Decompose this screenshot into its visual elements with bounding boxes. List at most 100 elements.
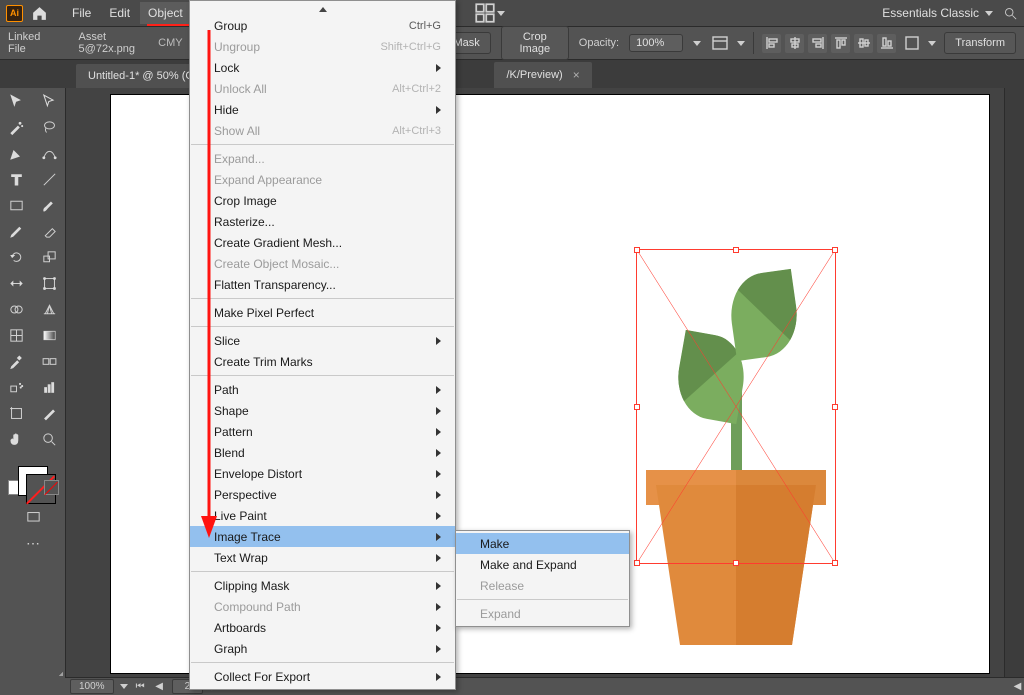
menu-item-make-pixel-perfect[interactable]: Make Pixel Perfect <box>190 302 455 323</box>
handle-br[interactable] <box>832 560 838 566</box>
asset-name-label[interactable]: Asset 5@72x.png <box>79 31 149 55</box>
slice-tool[interactable] <box>33 400 66 426</box>
search-icon[interactable] <box>1003 6 1018 21</box>
menu-item-image-trace[interactable]: Image Trace <box>190 526 455 547</box>
align-right-button[interactable] <box>808 34 827 53</box>
menu-item-flatten-transparency-[interactable]: Flatten Transparency... <box>190 274 455 295</box>
handle-tm[interactable] <box>733 247 739 253</box>
align-left-button[interactable] <box>762 34 781 53</box>
menu-item-perspective[interactable]: Perspective <box>190 484 455 505</box>
align-to-icon[interactable] <box>904 35 920 51</box>
menu-item-pattern[interactable]: Pattern <box>190 421 455 442</box>
type-tool[interactable] <box>0 166 33 192</box>
first-artboard-button[interactable]: ⏮ <box>134 681 147 692</box>
submenu-arrow-icon <box>436 428 441 436</box>
menu-item-text-wrap[interactable]: Text Wrap <box>190 547 455 568</box>
symbol-sprayer-tool[interactable] <box>0 374 33 400</box>
align-top-button[interactable] <box>831 34 850 53</box>
zoom-caret-icon[interactable] <box>120 684 128 689</box>
curvature-tool[interactable] <box>33 140 66 166</box>
align-to-caret-icon[interactable] <box>928 41 936 46</box>
hscroll-left-button[interactable]: ◀ <box>1011 681 1024 692</box>
menu-item-graph[interactable]: Graph <box>190 638 455 659</box>
submenu-item-make-and-expand[interactable]: Make and Expand <box>456 554 629 575</box>
menu-item-label: Pattern <box>214 425 253 439</box>
handle-mr[interactable] <box>832 404 838 410</box>
submenu-arrow-icon <box>436 645 441 653</box>
menu-item-envelope-distort[interactable]: Envelope Distort <box>190 463 455 484</box>
menu-item-create-gradient-mesh-[interactable]: Create Gradient Mesh... <box>190 232 455 253</box>
handle-bl[interactable] <box>634 560 640 566</box>
mesh-tool[interactable] <box>0 322 33 348</box>
menu-item-crop-image[interactable]: Crop Image <box>190 190 455 211</box>
document-tab-tail[interactable]: /K/Preview) × <box>494 62 591 88</box>
shape-builder-tool[interactable] <box>0 296 33 322</box>
width-tool[interactable] <box>0 270 33 296</box>
rotate-tool[interactable] <box>0 244 33 270</box>
pen-tool[interactable] <box>0 140 33 166</box>
blend-tool[interactable] <box>33 348 66 374</box>
handle-ml[interactable] <box>634 404 640 410</box>
menu-item-group[interactable]: GroupCtrl+G <box>190 15 455 36</box>
arrange-dropdown-caret-icon[interactable] <box>497 11 505 16</box>
presets-icon[interactable] <box>711 34 729 52</box>
menu-file[interactable]: File <box>64 2 99 24</box>
handle-tl[interactable] <box>634 247 640 253</box>
transform-button[interactable]: Transform <box>944 32 1016 54</box>
right-panel-dock[interactable] <box>1004 88 1024 678</box>
submenu-item-make[interactable]: Make <box>456 533 629 554</box>
prev-artboard-button[interactable]: ◀ <box>153 681 166 692</box>
gradient-tool[interactable] <box>33 322 66 348</box>
menu-item-clipping-mask[interactable]: Clipping Mask <box>190 575 455 596</box>
submenu-arrow-icon <box>436 491 441 499</box>
home-icon[interactable] <box>31 5 48 22</box>
menu-item-live-paint[interactable]: Live Paint <box>190 505 455 526</box>
menu-item-collect-for-export[interactable]: Collect For Export <box>190 666 455 687</box>
paintbrush-tool[interactable] <box>33 192 66 218</box>
perspective-grid-tool[interactable] <box>33 296 66 322</box>
crop-image-button[interactable]: Crop Image <box>501 26 569 60</box>
align-bottom-button[interactable] <box>877 34 896 53</box>
menu-item-create-trim-marks[interactable]: Create Trim Marks <box>190 351 455 372</box>
align-vcenter-button[interactable] <box>854 34 873 53</box>
menu-item-lock[interactable]: Lock <box>190 57 455 78</box>
menu-item-path[interactable]: Path <box>190 379 455 400</box>
magic-wand-tool[interactable] <box>0 114 33 140</box>
scale-tool[interactable] <box>33 244 66 270</box>
presets-caret-icon[interactable] <box>737 41 745 46</box>
zoom-field[interactable]: 100% <box>70 679 114 694</box>
close-tab-icon[interactable]: × <box>573 68 580 82</box>
selection-bounding-box[interactable] <box>636 249 836 564</box>
align-hcenter-button[interactable] <box>785 34 804 53</box>
handle-bm[interactable] <box>733 560 739 566</box>
hand-tool[interactable] <box>0 426 33 452</box>
free-transform-tool[interactable] <box>33 270 66 296</box>
eyedropper-tool[interactable] <box>0 348 33 374</box>
opacity-field[interactable]: 100% <box>629 34 683 52</box>
line-tool[interactable] <box>33 166 66 192</box>
lasso-tool[interactable] <box>33 114 66 140</box>
menu-item-blend[interactable]: Blend <box>190 442 455 463</box>
menu-object[interactable]: Object <box>140 2 191 24</box>
none-mode-icon[interactable] <box>44 480 59 495</box>
rectangle-tool[interactable] <box>0 192 33 218</box>
eraser-tool[interactable] <box>33 218 66 244</box>
edit-toolbar-button[interactable]: ⋯ <box>0 530 66 556</box>
workspace-switcher[interactable]: Essentials Classic <box>882 6 993 20</box>
menu-scroll-up-icon[interactable] <box>190 3 455 15</box>
menu-item-slice[interactable]: Slice <box>190 330 455 351</box>
menu-item-hide[interactable]: Hide <box>190 99 455 120</box>
artboard-tool[interactable] <box>0 400 33 426</box>
column-graph-tool[interactable] <box>33 374 66 400</box>
zoom-tool[interactable] <box>33 426 66 452</box>
direct-selection-tool[interactable] <box>33 88 66 114</box>
menu-item-artboards[interactable]: Artboards <box>190 617 455 638</box>
menu-edit[interactable]: Edit <box>101 2 138 24</box>
arrange-documents-icon[interactable] <box>475 3 495 23</box>
selection-tool[interactable] <box>0 88 33 114</box>
menu-item-rasterize-[interactable]: Rasterize... <box>190 211 455 232</box>
opacity-caret-icon[interactable] <box>693 41 701 46</box>
handle-tr[interactable] <box>832 247 838 253</box>
pencil-tool[interactable] <box>0 218 33 244</box>
menu-item-shape[interactable]: Shape <box>190 400 455 421</box>
